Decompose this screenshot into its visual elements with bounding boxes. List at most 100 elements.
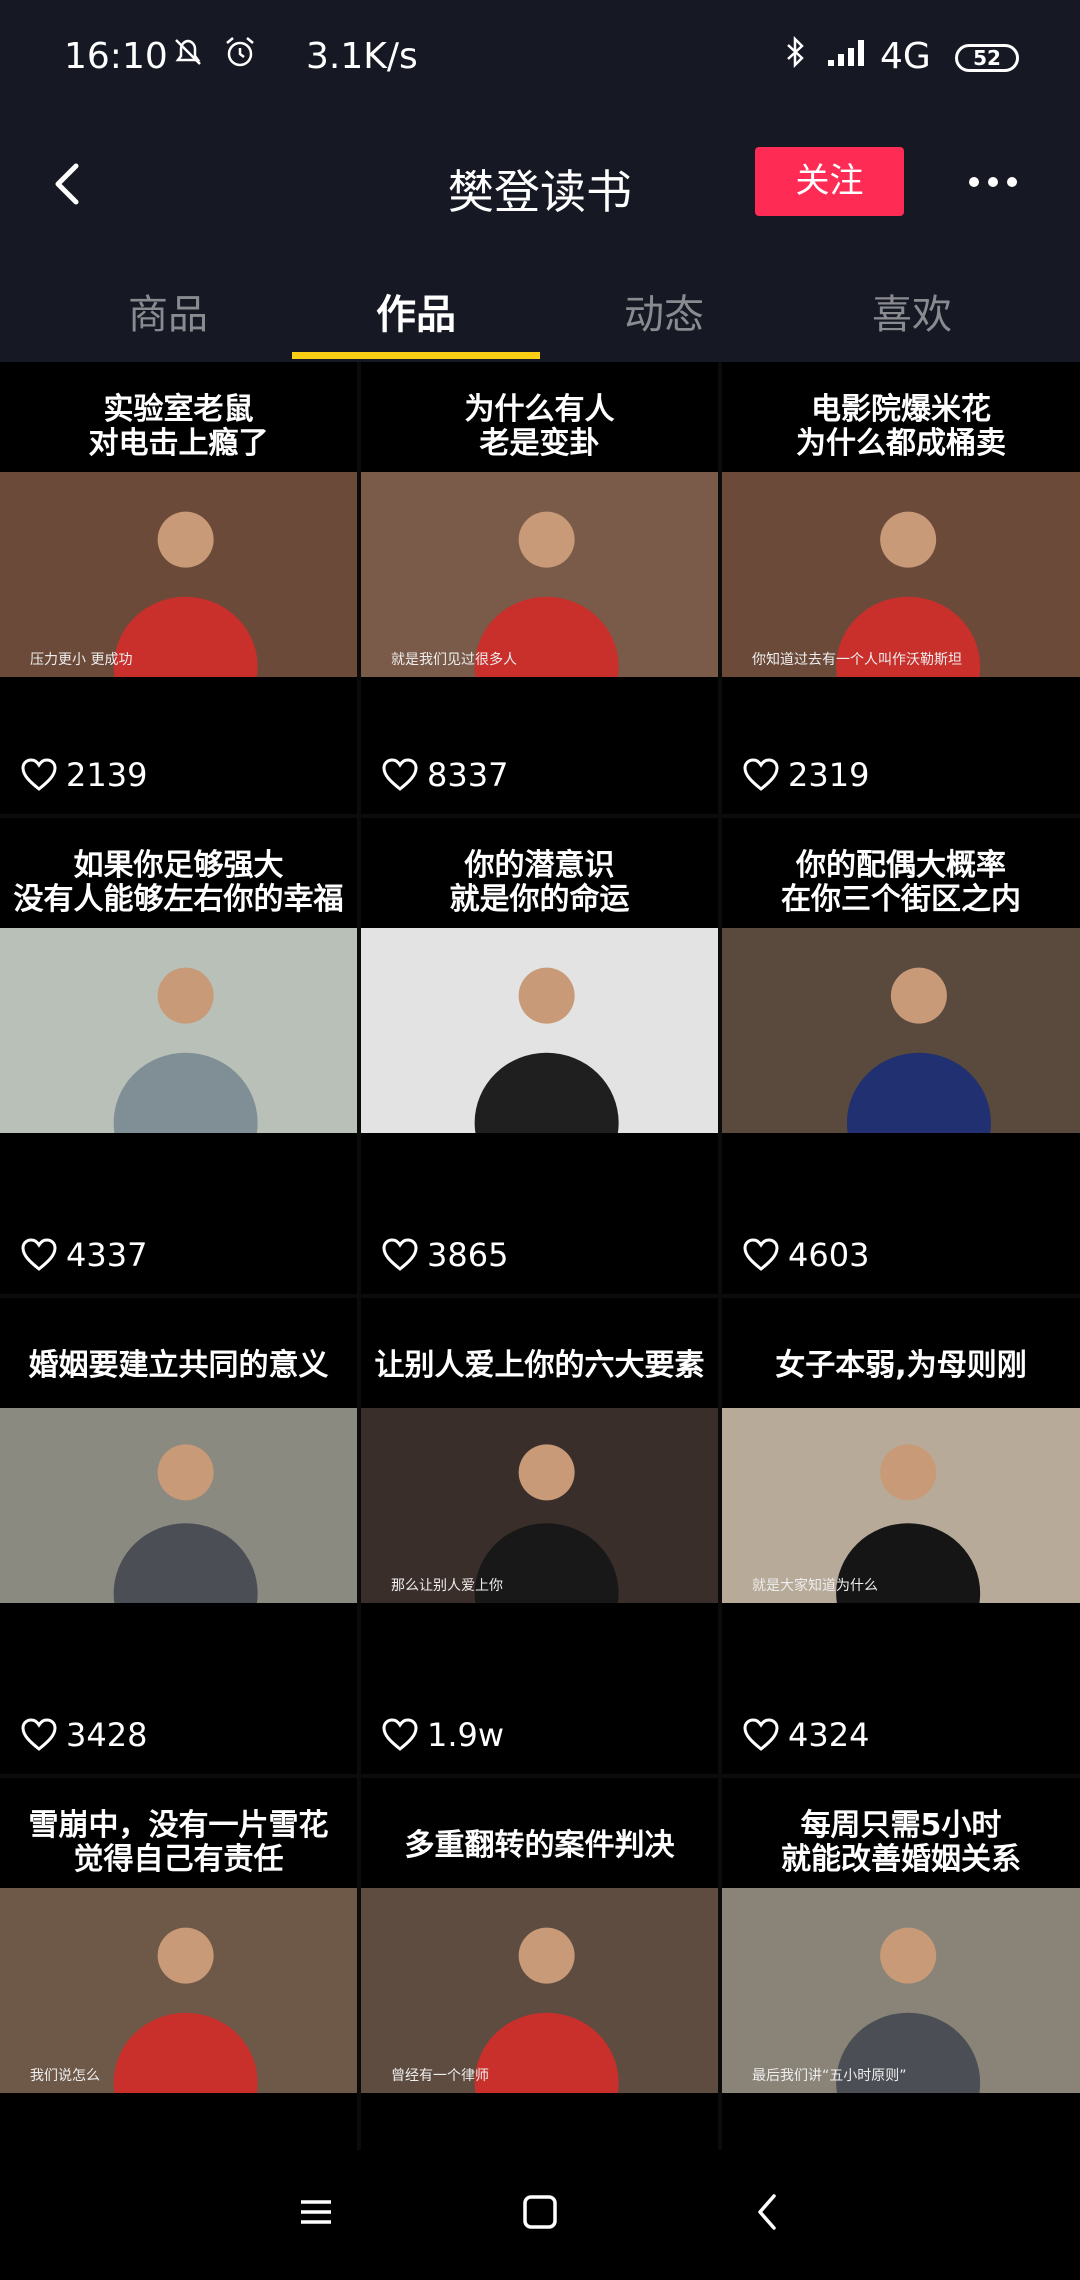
- heart-icon: [21, 1238, 57, 1271]
- video-card[interactable]: 多重翻转的案件判决曾经有一个律师: [361, 1778, 718, 2150]
- video-card[interactable]: 实验室老鼠 对电击上瘾了压力更小 更成功 2139: [0, 362, 357, 814]
- bluetooth-icon: [787, 35, 804, 69]
- like-count: 4603: [742, 1236, 869, 1274]
- like-count-value: 2139: [66, 756, 148, 794]
- like-count-value: 4337: [66, 1236, 148, 1274]
- video-title: 电影院爆米花: [811, 392, 991, 427]
- follow-button[interactable]: 关注: [755, 147, 904, 216]
- network-type: 4G: [880, 36, 931, 77]
- person-figure: [113, 1444, 258, 1664]
- video-title: 让别人爱上你的六大要素: [374, 1348, 705, 1383]
- like-count-value: 4324: [788, 1716, 870, 1754]
- video-caption: 最后我们讲“五小时原则”: [752, 2068, 907, 2084]
- like-count: 2139: [20, 756, 147, 794]
- like-count: 4324: [742, 1716, 869, 1754]
- video-title: 女子本弱,为母则刚: [775, 1348, 1027, 1383]
- video-thumbnail: 你知道过去有一个人叫作沃勒斯坦: [722, 472, 1080, 737]
- like-count-value: 3865: [427, 1236, 509, 1274]
- heart-icon: [21, 758, 57, 791]
- video-thumbnail: 曾经有一个律师: [361, 1888, 718, 2150]
- video-card[interactable]: 为什么有人 老是变卦就是我们见过很多人 8337: [361, 362, 718, 814]
- alarm-icon: [226, 37, 254, 67]
- video-thumbnail: 我们说怎么: [0, 1888, 357, 2150]
- like-count: 2319: [742, 756, 869, 794]
- home-icon[interactable]: [520, 2192, 560, 2232]
- video-thumbnail: 那么让别人爱上你: [361, 1408, 718, 1664]
- video-title-line2: 觉得自己有责任: [73, 1842, 284, 1877]
- person-figure: [474, 1444, 619, 1664]
- video-title: 每周只需5小时: [800, 1808, 1002, 1843]
- heart-icon: [743, 758, 779, 791]
- like-count-value: 3428: [66, 1716, 148, 1754]
- person-figure: [113, 511, 258, 737]
- video-caption: 你知道过去有一个人叫作沃勒斯坦: [752, 652, 962, 668]
- tab-likes[interactable]: 喜欢: [788, 282, 1036, 340]
- menu-icon[interactable]: [296, 2192, 336, 2232]
- like-count: 8337: [381, 756, 508, 794]
- like-count: 3428: [20, 1716, 147, 1754]
- person-figure: [113, 967, 258, 1193]
- person-figure: [113, 1927, 258, 2150]
- person-figure: [836, 511, 981, 737]
- video-thumbnail: [722, 928, 1080, 1193]
- page-title: 樊登读书: [448, 165, 632, 219]
- video-card[interactable]: 女子本弱,为母则刚就是大家知道为什么 4324: [722, 1298, 1080, 1774]
- video-title: 为什么有人: [464, 392, 615, 427]
- video-title: 你的潜意识: [464, 848, 615, 883]
- heart-icon: [382, 758, 418, 791]
- video-title-line2: 为什么都成桶卖: [796, 426, 1006, 461]
- video-title: 婚姻要建立共同的意义: [28, 1348, 329, 1383]
- video-thumbnail: [361, 928, 718, 1193]
- video-thumbnail: [0, 928, 357, 1193]
- person-figure: [474, 1927, 619, 2150]
- video-title-line2: 老是变卦: [479, 426, 600, 461]
- tab-activity[interactable]: 动态: [540, 282, 788, 340]
- video-title: 多重翻转的案件判决: [404, 1828, 675, 1863]
- like-count-value: 4603: [788, 1236, 870, 1274]
- heart-icon: [743, 1718, 779, 1751]
- battery-icon: 52: [955, 44, 1019, 72]
- like-count: 4337: [20, 1236, 147, 1274]
- video-title-line2: 就是你的命运: [449, 882, 630, 917]
- video-card[interactable]: 你的潜意识 就是你的命运 3865: [361, 818, 718, 1294]
- video-title-line2: 对电击上瘾了: [88, 426, 269, 461]
- video-thumbnail: [0, 1408, 357, 1664]
- video-card[interactable]: 如果你足够强大 没有人能够左右你的幸福 4337: [0, 818, 357, 1294]
- video-card[interactable]: 电影院爆米花 为什么都成桶卖你知道过去有一个人叫作沃勒斯坦 2319: [722, 362, 1080, 814]
- status-bar: 16:10 3.1K/s 4G 52: [0, 0, 1080, 118]
- person-figure: [474, 967, 619, 1193]
- video-title-line2: 在你三个街区之内: [781, 882, 1021, 917]
- system-nav-bar: [0, 2150, 1080, 2280]
- network-speed: 3.1K/s: [306, 36, 418, 77]
- video-card[interactable]: 你的配偶大概率 在你三个街区之内 4603: [722, 818, 1080, 1294]
- video-caption: 压力更小 更成功: [30, 652, 133, 668]
- like-count-value: 1.9w: [427, 1716, 505, 1754]
- video-thumbnail: 就是我们见过很多人: [361, 472, 718, 737]
- video-caption: 就是我们见过很多人: [391, 652, 517, 668]
- heart-icon: [21, 1718, 57, 1751]
- video-thumbnail: 就是大家知道为什么: [722, 1408, 1080, 1664]
- status-time: 16:10: [64, 36, 168, 77]
- signal-icon: [828, 40, 864, 66]
- person-figure: [836, 1927, 981, 2150]
- video-title: 如果你足够强大: [73, 848, 284, 883]
- back-nav-icon[interactable]: [748, 2192, 788, 2232]
- video-caption: 我们说怎么: [30, 2068, 100, 2084]
- video-caption: 就是大家知道为什么: [752, 1578, 878, 1594]
- video-card[interactable]: 婚姻要建立共同的意义 3428: [0, 1298, 357, 1774]
- tab-works[interactable]: 作品: [292, 282, 540, 340]
- tab-indicator: [292, 352, 540, 359]
- tab-products[interactable]: 商品: [44, 282, 292, 340]
- like-count: 3865: [381, 1236, 508, 1274]
- video-thumbnail: 压力更小 更成功: [0, 472, 357, 737]
- video-caption: 曾经有一个律师: [391, 2068, 489, 2084]
- tab-bar: 商品 作品 动态 喜欢: [0, 250, 1080, 362]
- video-card[interactable]: 雪崩中，没有一片雪花 觉得自己有责任 我们说怎么: [0, 1778, 357, 2150]
- heart-icon: [382, 1238, 418, 1271]
- video-title: 实验室老鼠: [103, 392, 254, 427]
- heart-icon: [382, 1718, 418, 1751]
- video-title-line2: 就能改善婚姻关系: [781, 1842, 1021, 1877]
- more-icon[interactable]: [968, 170, 1018, 194]
- video-card[interactable]: 让别人爱上你的六大要素那么让别人爱上你 1.9w: [361, 1298, 718, 1774]
- video-card[interactable]: 每周只需5小时 就能改善婚姻关系最后我们讲“五小时原则”: [722, 1778, 1080, 2150]
